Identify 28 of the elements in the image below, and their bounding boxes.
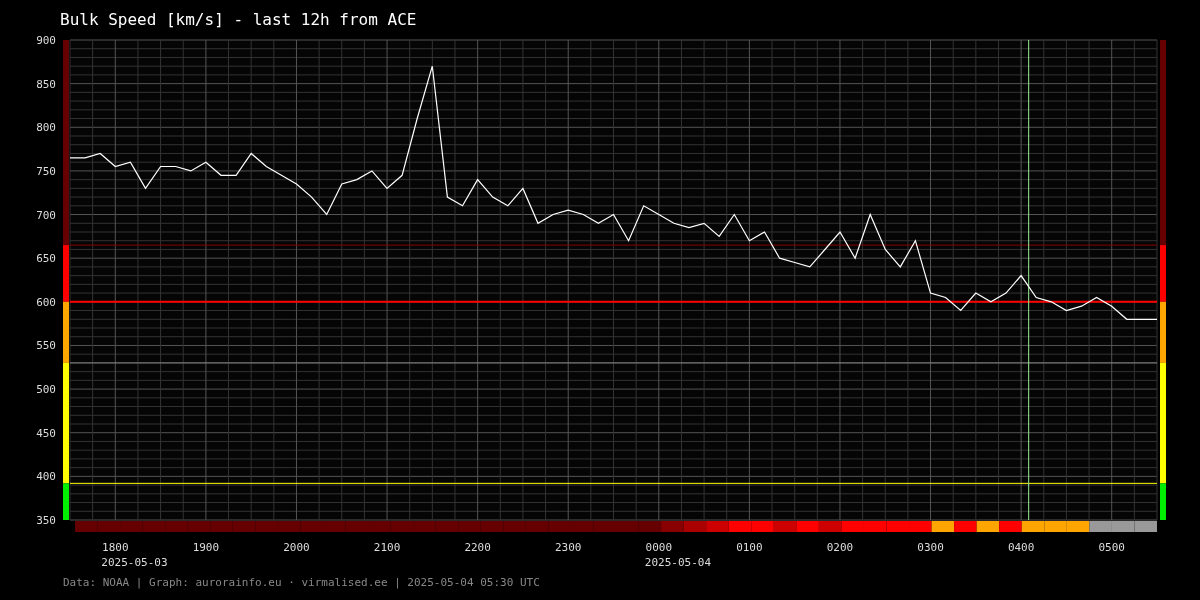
axis-label: 2100 [373, 541, 401, 554]
date-label: 2025-05-04 [644, 556, 712, 569]
axis-label: 2000 [283, 541, 310, 554]
axis-label: 1900 [192, 541, 220, 554]
axis-label: 550 [36, 339, 56, 353]
date-label: 2025-05-03 [101, 556, 168, 569]
axis-label: 750 [36, 164, 56, 178]
axis-label: 400 [36, 470, 56, 484]
axis-label: 600 [36, 295, 56, 309]
axis-label: 800 [36, 121, 56, 135]
axis-label: 900 [36, 34, 56, 47]
axis-label: 0200 [826, 541, 854, 554]
axis-label: 0000 [645, 541, 673, 554]
footer-credits: Data: NOAA | Graph: aurorainfo.eu · virmalised.ee | 2025-05-04 05:30 UTC [63, 576, 540, 589]
axis-label: 2300 [554, 541, 582, 554]
axis-label: 2200 [464, 541, 491, 554]
axis-label: 0500 [1098, 541, 1125, 554]
axis-label: 500 [36, 383, 56, 397]
axis-label: 850 [36, 77, 56, 91]
axis-label: 0300 [917, 541, 944, 554]
axis-label: 0100 [736, 541, 763, 554]
chart-title: Bulk Speed [km/s] - last 12h from ACE [60, 10, 417, 29]
axis-label: 350 [36, 514, 56, 527]
axis-label: 1800 [102, 541, 129, 554]
axis-label: 0400 [1007, 541, 1035, 554]
axis-label: 700 [36, 208, 56, 222]
axis-label: 650 [36, 252, 56, 266]
axis-label: 450 [36, 426, 56, 440]
